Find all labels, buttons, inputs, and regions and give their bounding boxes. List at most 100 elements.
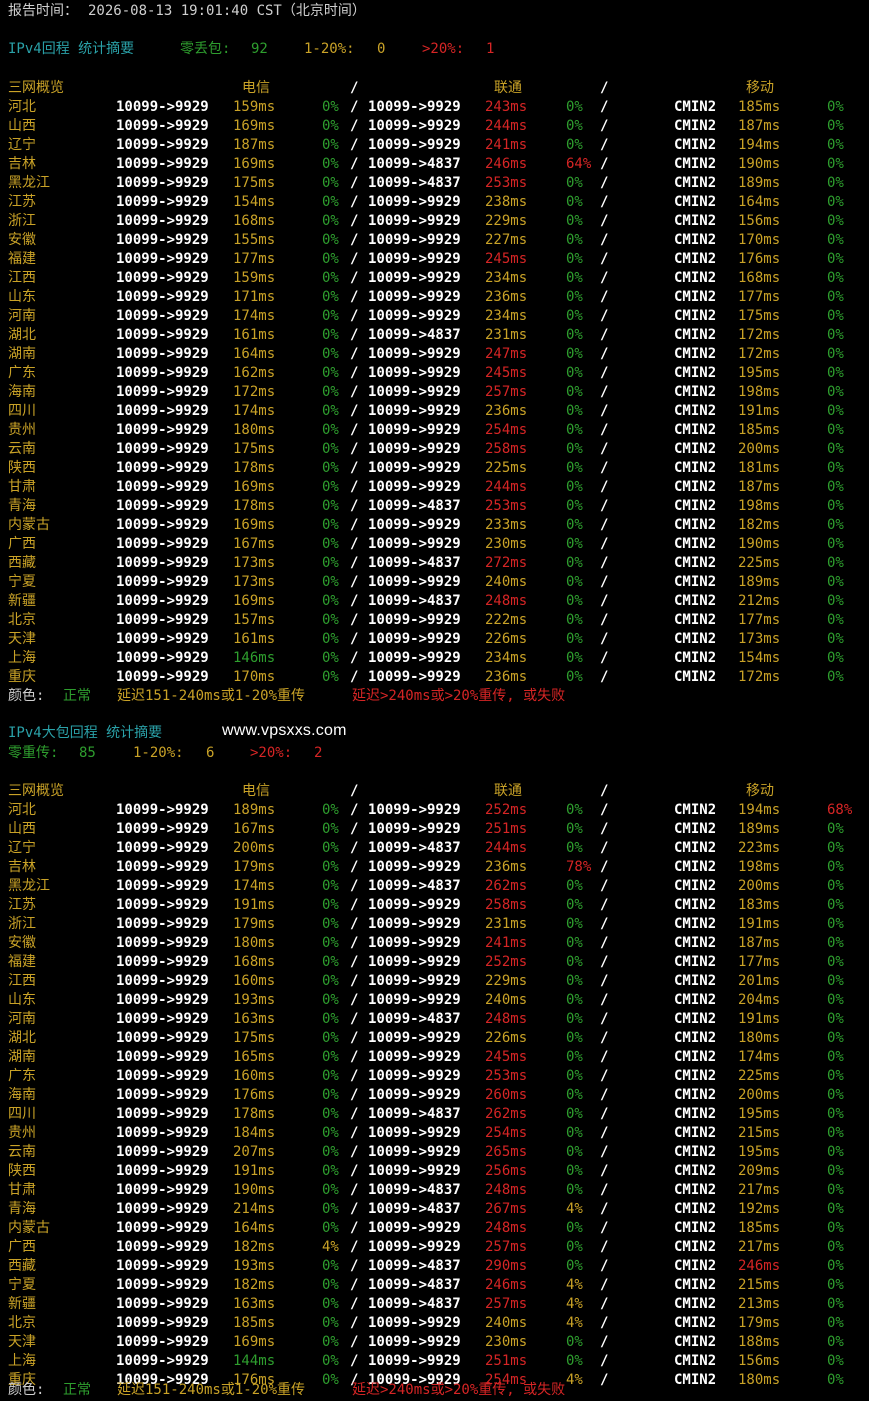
section-title-line: IPv4大包回程 统计摘要 — [0, 724, 869, 743]
mobile-route: CMIN2 — [674, 270, 717, 286]
telecom-route: 10099->9929 — [116, 555, 209, 571]
table-row: 甘肃 10099->9929 190ms 0% / 10099->4837 248ms 0% /… — [0, 1181, 869, 1200]
telecom-loss: 0% — [322, 99, 339, 115]
unicom-latency: 240ms — [485, 574, 528, 590]
mobile-loss: 0% — [827, 479, 844, 495]
unicom-route: 10099->4837 — [368, 593, 461, 609]
telecom-latency: 169ms — [233, 118, 276, 134]
region-name: 河南 — [8, 308, 36, 324]
region-name: 新疆 — [8, 593, 36, 609]
table-row: 福建 10099->9929 177ms 0% / 10099->9929 245ms 0% /… — [0, 250, 869, 269]
mobile-loss: 0% — [827, 916, 844, 932]
mobile-loss: 0% — [827, 593, 844, 609]
mobile-latency: 198ms — [738, 498, 781, 514]
telecom-latency: 184ms — [233, 1125, 276, 1141]
column-separator: / — [600, 1296, 609, 1312]
unicom-latency: 227ms — [485, 232, 528, 248]
column-separator: / — [350, 1296, 359, 1312]
mobile-route: CMIN2 — [674, 384, 717, 400]
mobile-route: CMIN2 — [674, 954, 717, 970]
mobile-latency: 217ms — [738, 1239, 781, 1255]
telecom-route: 10099->9929 — [116, 1087, 209, 1103]
unicom-latency: 256ms — [485, 1163, 528, 1179]
column-separator: / — [350, 1353, 359, 1369]
telecom-latency: 180ms — [233, 422, 276, 438]
unicom-route: 10099->9929 — [368, 1334, 461, 1350]
unicom-latency: 257ms — [485, 1296, 528, 1312]
mobile-route: CMIN2 — [674, 916, 717, 932]
mobile-latency: 198ms — [738, 859, 781, 875]
region-name: 西藏 — [8, 1258, 36, 1274]
mobile-loss: 0% — [827, 232, 844, 248]
mobile-latency: 190ms — [738, 536, 781, 552]
table-row: 河北 10099->9929 189ms 0% / 10099->9929 252ms 0% /… — [0, 801, 869, 820]
mobile-loss: 0% — [827, 346, 844, 362]
unicom-route: 10099->9929 — [368, 384, 461, 400]
unicom-loss: 0% — [566, 821, 583, 837]
telecom-route: 10099->9929 — [116, 612, 209, 628]
mobile-route: CMIN2 — [674, 574, 717, 590]
telecom-latency: 157ms — [233, 612, 276, 628]
column-separator: / — [350, 1106, 359, 1122]
unicom-latency: 272ms — [485, 555, 528, 571]
header-separator: / — [350, 80, 359, 96]
telecom-loss: 0% — [322, 555, 339, 571]
telecom-route: 10099->9929 — [116, 460, 209, 476]
telecom-loss: 0% — [322, 802, 339, 818]
unicom-loss: 0% — [566, 1258, 583, 1274]
table-row: 四川 10099->9929 178ms 0% / 10099->4837 262ms 0% /… — [0, 1105, 869, 1124]
unicom-latency: 246ms — [485, 156, 528, 172]
unicom-loss: 0% — [566, 973, 583, 989]
mobile-loss: 0% — [827, 992, 844, 1008]
column-separator: / — [600, 574, 609, 590]
mobile-route: CMIN2 — [674, 1125, 717, 1141]
mobile-loss: 0% — [827, 384, 844, 400]
unicom-route: 10099->9929 — [368, 1239, 461, 1255]
telecom-loss: 0% — [322, 574, 339, 590]
telecom-route: 10099->9929 — [116, 517, 209, 533]
unicom-latency: 253ms — [485, 1068, 528, 1084]
column-separator: / — [600, 403, 609, 419]
column-separator: / — [600, 1220, 609, 1236]
table-row: 河南 10099->9929 163ms 0% / 10099->4837 248ms 0% /… — [0, 1010, 869, 1029]
unicom-route: 10099->9929 — [368, 479, 461, 495]
column-separator: / — [600, 992, 609, 1008]
telecom-latency: 155ms — [233, 232, 276, 248]
telecom-latency: 159ms — [233, 270, 276, 286]
telecom-loss: 0% — [322, 1315, 339, 1331]
legend-bad: 延迟>240ms或>20%重传, 或失败 — [352, 688, 566, 704]
mobile-route: CMIN2 — [674, 517, 717, 533]
telecom-route: 10099->9929 — [116, 1030, 209, 1046]
region-name: 天津 — [8, 631, 36, 647]
table-row: 福建 10099->9929 168ms 0% / 10099->9929 252ms 0% /… — [0, 953, 869, 972]
column-separator: / — [600, 384, 609, 400]
unicom-loss: 0% — [566, 1087, 583, 1103]
unicom-loss: 0% — [566, 1049, 583, 1065]
column-separator: / — [350, 840, 359, 856]
mobile-latency: 213ms — [738, 1296, 781, 1312]
telecom-loss: 0% — [322, 270, 339, 286]
summary-zero-label: 零重传: — [8, 745, 59, 761]
mobile-loss: 0% — [827, 365, 844, 381]
mobile-latency: 175ms — [738, 308, 781, 324]
mobile-route: CMIN2 — [674, 137, 717, 153]
region-name: 广西 — [8, 1239, 36, 1255]
region-name: 云南 — [8, 1144, 36, 1160]
summary-low-count: 6 — [206, 745, 215, 761]
telecom-latency: 169ms — [233, 156, 276, 172]
column-separator: / — [350, 327, 359, 343]
region-name: 宁夏 — [8, 574, 36, 590]
table-row: 辽宁 10099->9929 187ms 0% / 10099->9929 241ms 0% /… — [0, 136, 869, 155]
table-row: 海南 10099->9929 172ms 0% / 10099->9929 257ms 0% /… — [0, 383, 869, 402]
column-separator: / — [350, 1315, 359, 1331]
region-name: 天津 — [8, 1334, 36, 1350]
column-separator: / — [600, 1125, 609, 1141]
mobile-latency: 181ms — [738, 460, 781, 476]
column-separator: / — [350, 403, 359, 419]
mobile-loss: 0% — [827, 1011, 844, 1027]
telecom-loss: 0% — [322, 1334, 339, 1350]
mobile-loss: 0% — [827, 1163, 844, 1179]
mobile-latency: 215ms — [738, 1125, 781, 1141]
region-name: 湖北 — [8, 1030, 36, 1046]
unicom-loss: 0% — [566, 384, 583, 400]
